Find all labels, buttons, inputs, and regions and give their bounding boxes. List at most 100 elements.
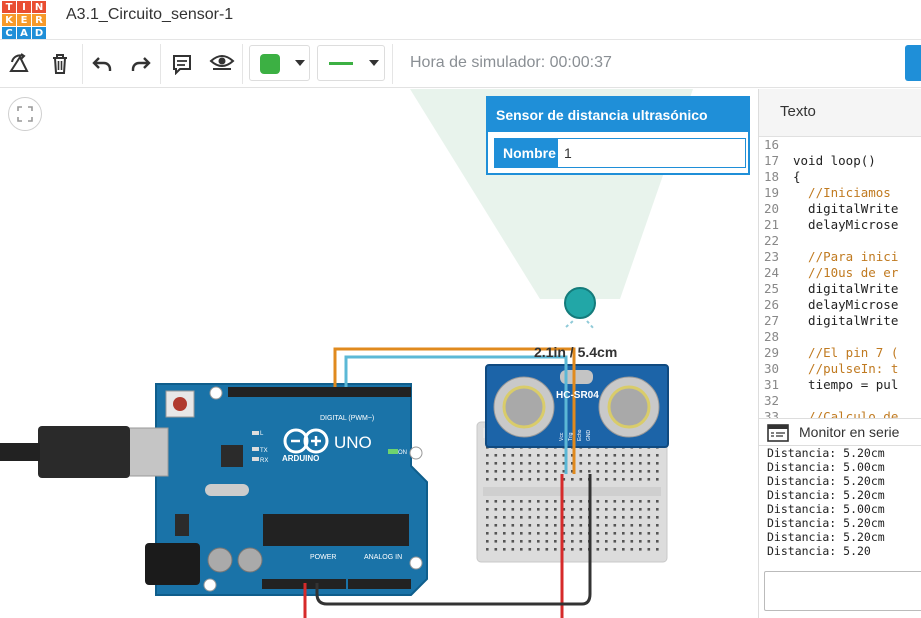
line-number: 26 (763, 297, 779, 312)
serial-input[interactable] (764, 571, 921, 611)
logo-letter: A (17, 27, 31, 39)
target-object[interactable] (564, 287, 596, 319)
serial-line: Distancia: 5.20cm (767, 530, 885, 544)
tinkercad-logo[interactable]: TIN KER CAD (0, 0, 46, 39)
name-field[interactable] (558, 139, 745, 167)
monitor-icon (767, 424, 789, 442)
code-line: 20 digitalWrite (759, 201, 921, 217)
serial-line: Distancia: 5.20cm (767, 516, 885, 530)
code-text: digitalWrite (793, 281, 899, 296)
chevron-down-icon (295, 60, 305, 66)
fill-color-swatch (260, 54, 280, 74)
code-editor-mode[interactable]: Texto (759, 89, 921, 137)
sensor-pin-label: Vcc (559, 432, 565, 441)
code-text: delayMicrose (793, 217, 899, 232)
code-text: { (793, 169, 801, 184)
logo-letter: K (2, 14, 16, 26)
code-panel: Texto 16 17 void loop() 18{19 //Iniciamos 20… (758, 89, 921, 618)
code-line: 26 delayMicrose (759, 297, 921, 313)
code-mode-label: Texto (780, 103, 816, 120)
sensor-model-label: HC-SR04 (556, 390, 599, 401)
toolbar-divider (392, 44, 393, 84)
line-number: 19 (763, 185, 779, 200)
sensor-pin-label: Echo (577, 429, 583, 441)
code-panel-button[interactable] (905, 45, 921, 81)
code-line: 27 digitalWrite (759, 313, 921, 329)
code-line: 23 //Para inici (759, 249, 921, 265)
power-label: POWER (310, 554, 336, 561)
on-led-label: ON (398, 450, 407, 456)
line-style-dropdown[interactable] (317, 45, 385, 81)
line-number: 18 (763, 169, 779, 184)
line-number: 27 (763, 313, 779, 328)
eye-icon[interactable] (208, 50, 236, 78)
code-line: 25 digitalWrite (759, 281, 921, 297)
code-editor[interactable]: 16 17 void loop() 18{19 //Iniciamos 20 digit… (759, 137, 921, 418)
logo-letter: T (2, 1, 16, 13)
line-number: 29 (763, 345, 779, 360)
serial-line: Distancia: 5.20cm (767, 488, 885, 502)
component-inspector: Sensor de distancia ultrasónico Nombre (486, 96, 750, 175)
line-number: 31 (763, 377, 779, 392)
trash-icon[interactable] (46, 50, 74, 78)
logo-letter: C (2, 27, 16, 39)
name-field-row: Nombre (494, 138, 746, 168)
fit-view-button[interactable] (8, 97, 42, 131)
line-number: 20 (763, 201, 779, 216)
line-number: 16 (763, 137, 779, 152)
serial-monitor-title: Monitor en serie (799, 424, 900, 440)
code-text: void loop() (793, 153, 876, 168)
fill-color-dropdown[interactable] (249, 45, 310, 81)
code-text: tiempo = pul (793, 377, 899, 392)
code-line: 21 delayMicrose (759, 217, 921, 233)
code-line: 24 //10us de er (759, 265, 921, 281)
code-line: 32 (759, 393, 921, 409)
distance-readout: 2.1in / 5.4cm (534, 344, 617, 360)
line-number: 33 (763, 409, 779, 418)
serial-line: Distancia: 5.20cm (767, 474, 885, 488)
code-line: 29 //El pin 7 ( (759, 345, 921, 361)
project-title[interactable]: A3.1_Circuito_sensor-1 (66, 6, 233, 24)
analog-in-label: ANALOG IN (364, 554, 402, 561)
line-number: 21 (763, 217, 779, 232)
code-text: delayMicrose (793, 297, 899, 312)
code-text: digitalWrite (793, 313, 899, 328)
line-number: 23 (763, 249, 779, 264)
line-number: 30 (763, 361, 779, 376)
code-text: //El pin 7 ( (793, 345, 899, 360)
board-brand-label: ARDUINO (282, 454, 319, 463)
code-line: 16 (759, 137, 921, 153)
sensor-pin-label: GND (586, 430, 592, 442)
serial-line: Distancia: 5.20 (767, 544, 871, 558)
logo-letter: R (32, 14, 46, 26)
rx-led-label: RX (260, 458, 268, 464)
code-line: 31 tiempo = pul (759, 377, 921, 393)
redo-icon[interactable] (127, 50, 155, 78)
line-number: 32 (763, 393, 779, 408)
board-name-label: UNO (334, 433, 372, 452)
code-line: 33 //Calculo de (759, 409, 921, 418)
code-line: 22 (759, 233, 921, 249)
code-line: 30 //pulseIn: t (759, 361, 921, 377)
undo-icon[interactable] (88, 50, 116, 78)
line-style-swatch (329, 62, 353, 65)
sensor-pin-label: Trig (568, 432, 574, 441)
inspector-title: Sensor de distancia ultrasónico (488, 98, 748, 132)
serial-output: Distancia: 5.20cm Distancia: 5.00cm Distan… (759, 446, 921, 564)
toolbar: Hora de simulador: 00:00:37 (0, 40, 921, 88)
toolbar-divider (82, 44, 83, 84)
chevron-down-icon (369, 60, 379, 66)
name-field-label: Nombre (495, 139, 558, 167)
serial-line: Distancia: 5.20cm (767, 446, 885, 460)
rotate-icon[interactable] (6, 50, 34, 78)
notes-icon[interactable] (168, 50, 196, 78)
digital-pins-label: DIGITAL (PWM~) (320, 415, 374, 422)
title-bar: TIN KER CAD A3.1_Circuito_sensor-1 (0, 0, 921, 40)
code-line: 28 (759, 329, 921, 345)
code-line: 19 //Iniciamos (759, 185, 921, 201)
serial-monitor-header[interactable]: Monitor en serie (759, 418, 921, 446)
code-text: //Para inici (793, 249, 899, 264)
logo-letter: N (32, 1, 46, 13)
code-text: //pulseIn: t (793, 361, 899, 376)
toolbar-divider (242, 44, 243, 84)
